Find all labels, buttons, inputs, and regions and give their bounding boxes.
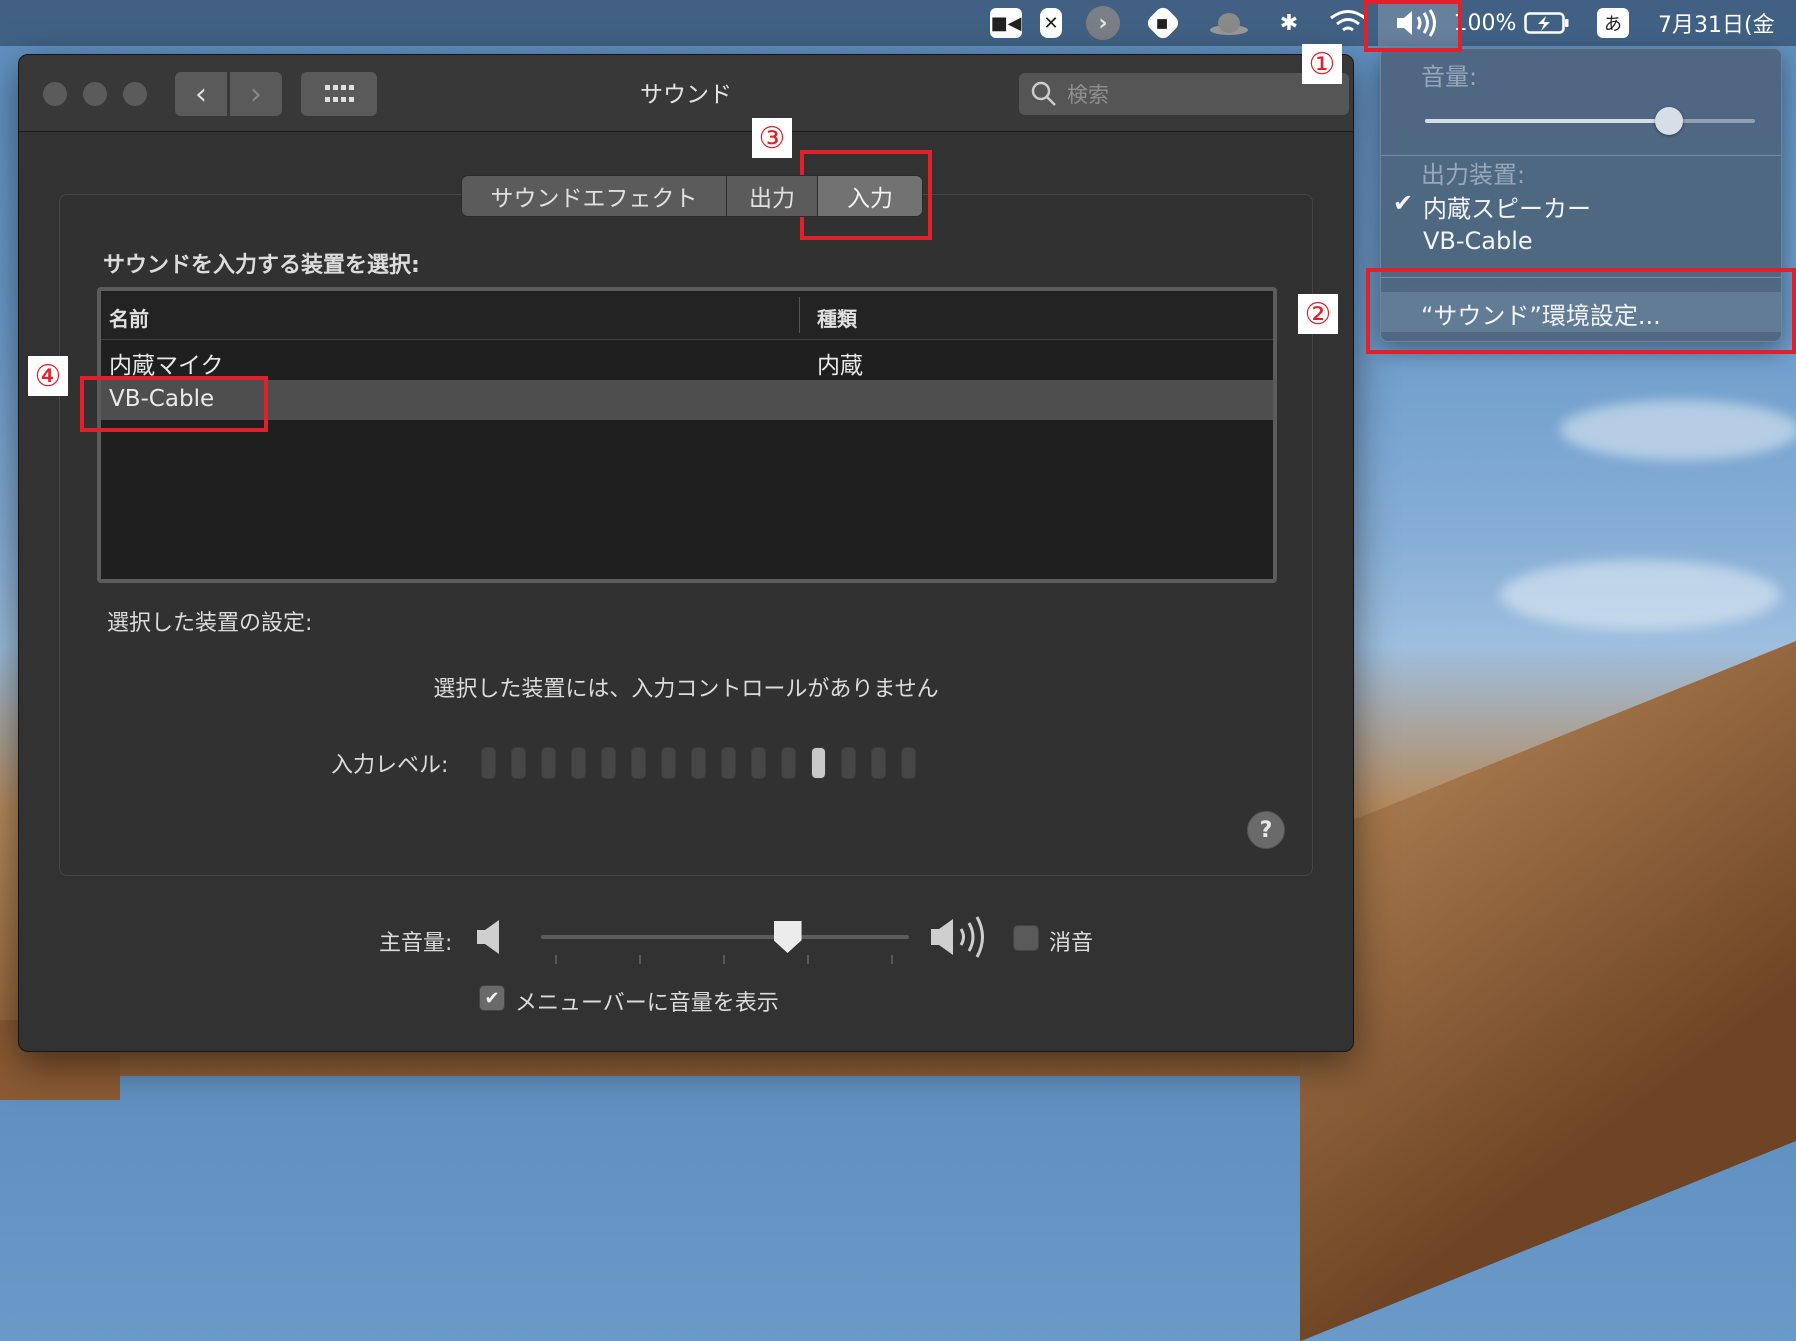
tab-bar: サウンドエフェクト 出力 入力 (461, 175, 923, 217)
mute-label: 消音 (1049, 931, 1094, 956)
slider-tick (891, 955, 893, 964)
level-bar (571, 747, 586, 779)
level-bar (601, 747, 616, 779)
input-level-meter (481, 747, 916, 779)
search-placeholder: 検索 (1067, 83, 1109, 107)
level-bar (481, 747, 496, 779)
battery-icon[interactable] (1522, 0, 1572, 46)
share-app-icon[interactable]: ◆ (1143, 0, 1183, 46)
level-bar (901, 747, 916, 779)
slider-tick (807, 955, 809, 964)
table-header: 名前 種類 (101, 291, 1273, 340)
volume-low-icon (477, 920, 499, 954)
menu-device-item[interactable]: 内蔵スピーカー (1423, 189, 1591, 224)
help-button[interactable]: ? (1247, 811, 1285, 849)
level-bar (631, 747, 646, 779)
input-device-table: 名前 種類 内蔵マイク 内蔵 VB-Cable (97, 287, 1277, 583)
tab-input[interactable]: 入力 (818, 176, 922, 216)
volume-high-icon (931, 916, 984, 958)
bluetooth-icon[interactable]: ✱ (1274, 0, 1304, 46)
level-bar (871, 747, 886, 779)
cloud (1560, 400, 1796, 460)
chevron-app-icon[interactable]: › (1083, 0, 1123, 46)
titlebar: ‹ › サウンド 検索 (19, 55, 1353, 132)
table-row[interactable]: 内蔵マイク 内蔵 (101, 340, 1273, 380)
slider-tick (639, 955, 641, 964)
menu-volume-fill (1425, 119, 1670, 123)
level-bar (781, 747, 796, 779)
menu-volume-label: 音量: (1421, 63, 1478, 91)
column-header-type[interactable]: 種類 (817, 303, 857, 332)
device-name: 内蔵マイク (109, 353, 224, 379)
selected-device-settings-label: 選択した装置の設定: (107, 611, 313, 636)
menubar-clock[interactable]: 7月31日(金 (1658, 0, 1796, 46)
level-bar (811, 747, 826, 779)
device-type: 内蔵 (817, 353, 863, 379)
menu-device-item[interactable]: VB-Cable (1423, 227, 1533, 255)
hat-icon[interactable] (1206, 0, 1252, 46)
menu-volume-knob[interactable] (1655, 107, 1684, 135)
annotation-badge-4: ④ (28, 356, 68, 396)
annotation-box-1 (1364, 0, 1462, 52)
no-controls-message: 選択した装置には、入力コントロールがありません (433, 677, 939, 702)
checkmark-icon: ✔ (1393, 189, 1414, 217)
mute-checkbox[interactable] (1013, 925, 1039, 951)
level-bar (541, 747, 556, 779)
device-select-label: サウンドを入力する装置を選択: (103, 253, 420, 278)
search-icon (1031, 81, 1056, 106)
annotation-badge-1: ① (1302, 44, 1342, 84)
menu-bar: ■◀ ✕ › ◆ ✱ 100% あ 7月31日(金 (0, 0, 1796, 46)
master-volume-label: 主音量: (379, 931, 453, 956)
master-volume-slider[interactable] (541, 935, 909, 939)
tab-sound-effects[interactable]: サウンドエフェクト (462, 176, 727, 216)
column-divider (799, 297, 800, 333)
level-bar (661, 747, 676, 779)
sound-preferences-window: ‹ › サウンド 検索 サウンドエフェクト 出力 入力 サウンドを入力する装置を… (18, 54, 1354, 1052)
level-bar (691, 747, 706, 779)
desert-background (1300, 558, 1796, 1341)
tab-output[interactable]: 出力 (727, 176, 818, 216)
level-bar (751, 747, 766, 779)
slider-tick (555, 955, 557, 964)
annotation-box-4 (80, 376, 268, 432)
level-bar (511, 747, 526, 779)
table-row-selected[interactable]: VB-Cable (101, 380, 1273, 420)
menu-volume-slider[interactable] (1425, 119, 1755, 123)
annotation-badge-2: ② (1298, 294, 1338, 334)
input-level-label: 入力レベル: (331, 753, 449, 778)
column-header-name[interactable]: 名前 (109, 303, 149, 332)
input-method-icon[interactable]: あ (1596, 0, 1630, 46)
show-in-menubar-label: メニューバーに音量を表示 (515, 991, 779, 1016)
slider-tick (723, 955, 725, 964)
cloud (1500, 560, 1780, 630)
master-volume-knob[interactable] (773, 921, 802, 953)
level-bar (721, 747, 736, 779)
show-in-menubar-checkbox[interactable]: ✔ (479, 985, 505, 1011)
x-app-icon[interactable]: ✕ (1036, 0, 1066, 46)
annotation-badge-3: ③ (752, 118, 792, 158)
search-field[interactable]: 検索 (1019, 73, 1349, 115)
level-bar (841, 747, 856, 779)
zoom-icon[interactable]: ■◀ (986, 0, 1026, 46)
annotation-box-2 (1366, 268, 1796, 354)
menu-output-label: 出力装置: (1421, 161, 1526, 189)
